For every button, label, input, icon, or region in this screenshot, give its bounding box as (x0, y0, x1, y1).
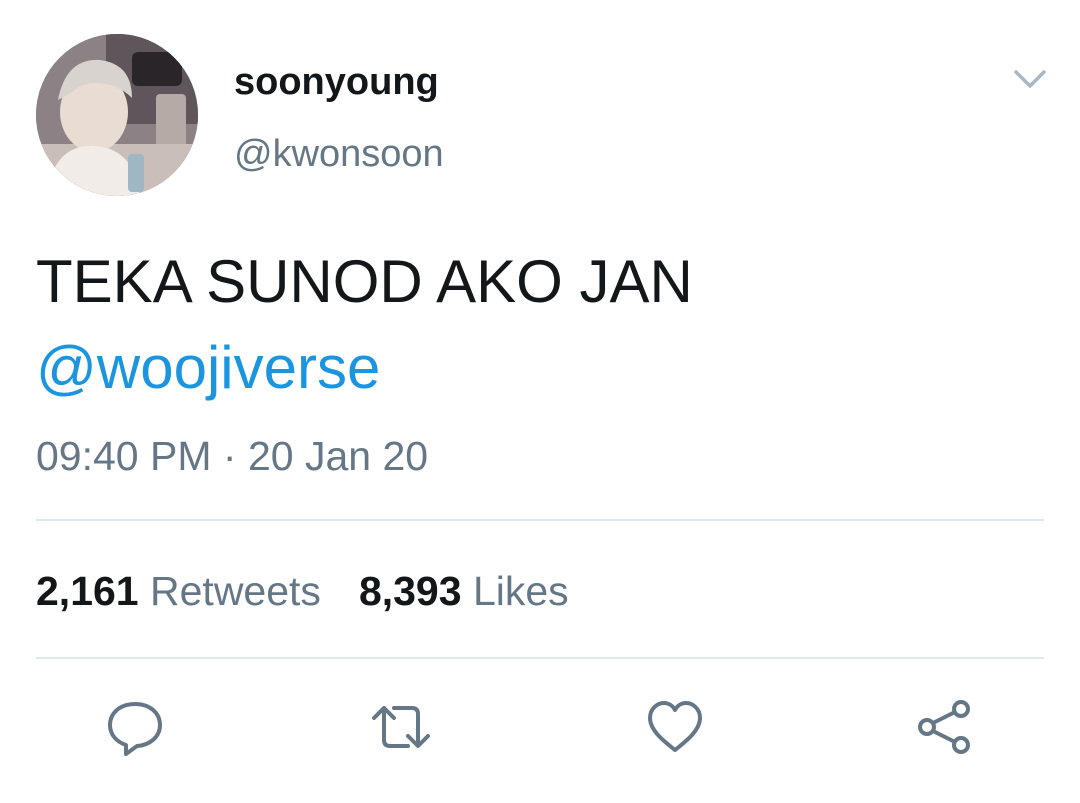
retweets-label: Retweets (150, 568, 321, 614)
divider (36, 657, 1044, 659)
divider (36, 519, 1044, 521)
likes-label: Likes (472, 568, 569, 614)
reply-icon[interactable] (104, 696, 166, 758)
display-name[interactable]: soonyoung (234, 58, 439, 106)
mention-link[interactable]: @woojiverse (36, 332, 380, 404)
avatar[interactable] (36, 34, 198, 196)
retweets-stat[interactable]: 2,161 Retweets (36, 568, 321, 614)
retweets-count: 2,161 (36, 568, 139, 614)
likes-count: 8,393 (358, 568, 462, 614)
tweet-timestamp[interactable]: 09:40 PM · 20 Jan 20 (36, 430, 428, 482)
tweet-stats: 2,161 Retweets 8,393 Likes (36, 565, 569, 617)
avatar-photo (36, 34, 198, 196)
tweet-detail: soonyoung @kwonsoon TEKA SUNOD AKO JAN @… (0, 0, 1080, 803)
tweet-time: 09:40 PM (36, 433, 212, 479)
user-handle[interactable]: @kwonsoon (234, 130, 444, 178)
share-icon[interactable] (914, 696, 976, 758)
tweet-text: TEKA SUNOD AKO JAN (36, 248, 693, 315)
chevron-down-icon[interactable] (1010, 62, 1050, 96)
tweet-date: 20 Jan 20 (247, 433, 429, 479)
timestamp-separator: · (222, 433, 237, 479)
retweet-icon[interactable] (370, 696, 432, 758)
likes-stat[interactable]: 8,393 Likes (359, 568, 569, 614)
heart-icon[interactable] (644, 696, 706, 758)
